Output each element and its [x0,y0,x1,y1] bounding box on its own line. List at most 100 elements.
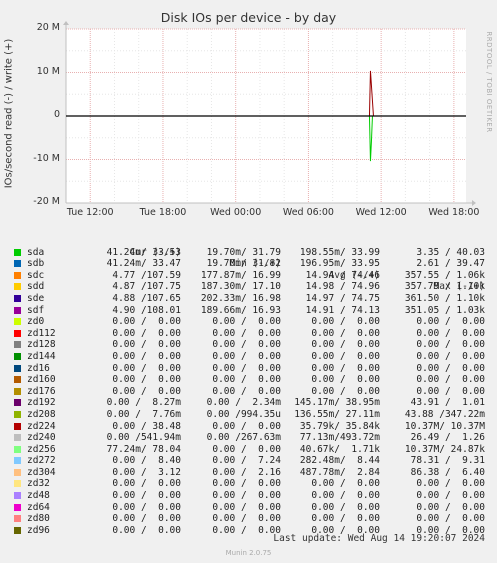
legend-value-min: 0.00 / 0.00 [212,524,281,536]
y-tick-label: 0 [53,109,60,120]
legend-series-name: zd112 [27,327,56,339]
legend-row: sdf 4.90 /108.01 189.66m/ 16.93 14.91 / 74.… [0,305,497,317]
legend-value-cur: 0.00 / 0.00 [112,350,181,362]
legend-series-name: sde [27,292,45,304]
legend-series-name: zd32 [27,478,50,490]
legend-value-avg: 196.95m/ 33.95 [299,258,380,270]
legend-value-cur: 77.24m/ 78.04 [106,443,181,455]
legend-value-cur: 4.87 /107.75 [112,281,181,293]
legend-table: Cur (-/+) Min (-/+) Avg (-/+) Max (-/+) … [0,235,497,536]
legend-row: zd256 77.24m/ 78.04 0.00 / 0.00 40.67k/ 1.7… [0,444,497,456]
plot-area [63,21,476,206]
legend-value-min: 0.00 /267.63m [206,432,281,444]
legend-swatch [14,329,21,337]
legend-value-min: 0.00 / 0.00 [212,501,281,513]
y-tick-label: 20 M [36,22,60,33]
x-axis-arrow [472,200,476,206]
legend-value-avg: 14.91 / 74.13 [305,304,380,316]
legend-value-cur: 0.00 / 0.00 [112,490,181,502]
legend-value-avg: 0.00 / 0.00 [311,478,380,490]
legend-value-avg: 0.00 / 0.00 [311,362,380,374]
legend-value-max: 3.35 / 40.03 [416,246,485,258]
legend-value-cur: 0.00 / 0.00 [112,327,181,339]
legend-value-max: 0.00 / 0.00 [416,362,485,374]
legend-series-name: sdf [27,304,45,316]
y-tick-label: -10 M [33,152,60,164]
legend-value-cur: 0.00 /541.94m [106,432,181,444]
legend-swatch [14,294,21,302]
x-tick-label: Tue 18:00 [139,207,187,218]
x-tick-label: Wed 12:00 [355,207,407,218]
legend-swatch [14,468,21,476]
legend-row: zd32 0.00 / 0.00 0.00 / 0.00 0.00 / 0.00 0.0… [0,478,497,490]
legend-value-cur: 0.00 / 0.00 [112,385,181,397]
y-tick-label: -20 M [33,196,60,207]
legend-swatch [14,260,21,268]
legend-swatch [14,306,21,314]
legend-value-avg: 0.00 / 0.00 [311,385,380,397]
legend-value-max: 357.79 / 1.10k [404,281,485,293]
legend-value-cur: 0.00 / 8.40 [112,455,181,467]
legend-value-cur: 0.00 / 38.48 [112,420,181,432]
legend-value-min: 0.00 / 0.00 [212,316,281,328]
legend-series-name: zd304 [27,466,56,478]
legend-row: zd224 0.00 / 38.48 0.00 / 0.00 35.79k/ 35.8… [0,421,497,433]
legend-swatch [14,410,21,418]
legend-value-cur: 0.00 / 8.27m [106,397,181,409]
legend-swatch [14,352,21,360]
legend-value-max: 351.05 / 1.03k [404,304,485,316]
legend-swatch [14,399,21,407]
legend-value-min: 0.00 / 0.00 [212,490,281,502]
legend-value-avg: 14.97 / 74.75 [305,292,380,304]
legend-value-max: 0.00 / 0.00 [416,374,485,386]
legend-value-min: 0.00 / 2.34m [206,397,281,409]
legend-swatch [14,480,21,488]
legend-series-name: zd64 [27,501,50,513]
legend-value-max: 0.00 / 0.00 [416,316,485,328]
legend-value-min: 19.70m/ 31.79 [206,246,281,258]
legend-row: sdd 4.87 /107.75 187.30m/ 17.10 14.98 / 74.… [0,281,497,293]
legend-row: sda 41.24m/ 33.53 19.70m/ 31.79 198.55m/ 33… [0,247,497,259]
legend-value-max: 2.61 / 39.47 [416,258,485,270]
legend-value-max: 43.91 / 1.01 [410,397,485,409]
legend-row: zd144 0.00 / 0.00 0.00 / 0.00 0.00 / 0.00 0.… [0,351,497,363]
legend-value-min: 0.00 / 0.00 [212,374,281,386]
legend-value-min: 0.00 /994.35u [206,408,281,420]
legend-value-max: 43.88 /347.22m [404,408,485,420]
legend-row: zd112 0.00 / 0.00 0.00 / 0.00 0.00 / 0.00 0.… [0,328,497,340]
legend-value-min: 189.66m/ 16.93 [200,304,281,316]
legend-row: zd192 0.00 / 8.27m 0.00 / 2.34m 145.17m/ 38… [0,397,497,409]
legend-series-name: sdb [27,258,45,270]
legend-value-min: 0.00 / 0.00 [212,420,281,432]
legend-swatch [14,526,21,534]
legend-row: sde 4.88 /107.65 202.33m/ 16.98 14.97 / 74.… [0,293,497,305]
legend-swatch [14,457,21,465]
legend-value-cur: 0.00 / 0.00 [112,524,181,536]
legend-series-name: sdd [27,281,45,293]
legend-row: zd16 0.00 / 0.00 0.00 / 0.00 0.00 / 0.00 0.0… [0,363,497,375]
legend-series-name: zd128 [27,339,56,351]
y-tick-label: 10 M [36,65,60,77]
legend-row: zd304 0.00 / 3.12 0.00 / 2.16 487.78m/ 2.84… [0,467,497,479]
legend-swatch [14,364,21,372]
legend-value-min: 177.87m/ 16.99 [200,269,281,281]
legend-value-avg: 40.67k/ 1.71k [299,443,380,455]
legend-value-cur: 0.00 / 0.00 [112,513,181,525]
legend-value-avg: 14.98 / 74.96 [305,281,380,293]
x-tick-label: Wed 00:00 [210,207,262,218]
legend-series-name: zd0 [27,316,45,328]
legend-value-avg: 14.94 / 74.46 [305,269,380,281]
legend-value-avg: 0.00 / 0.00 [311,513,380,525]
legend-row: sdb 41.24m/ 33.47 19.70m/ 31.82 196.95m/ 33… [0,258,497,270]
legend-value-min: 0.00 / 2.16 [212,466,281,478]
legend-row: zd176 0.00 / 0.00 0.00 / 0.00 0.00 / 0.00 0.… [0,386,497,398]
legend-value-max: 357.55 / 1.06k [404,269,485,281]
legend-series-name: zd144 [27,350,56,362]
legend-value-avg: 145.17m/ 38.95m [294,397,380,409]
legend-series-name: zd192 [27,397,56,409]
legend-value-max: 26.49 / 1.26 [410,432,485,444]
legend-row: zd272 0.00 / 8.40 0.00 / 7.24 282.48m/ 8.44… [0,455,497,467]
legend-value-min: 0.00 / 7.24 [212,455,281,467]
legend-series-name: zd176 [27,385,56,397]
legend-value-avg: 136.55m/ 27.11m [294,408,380,420]
